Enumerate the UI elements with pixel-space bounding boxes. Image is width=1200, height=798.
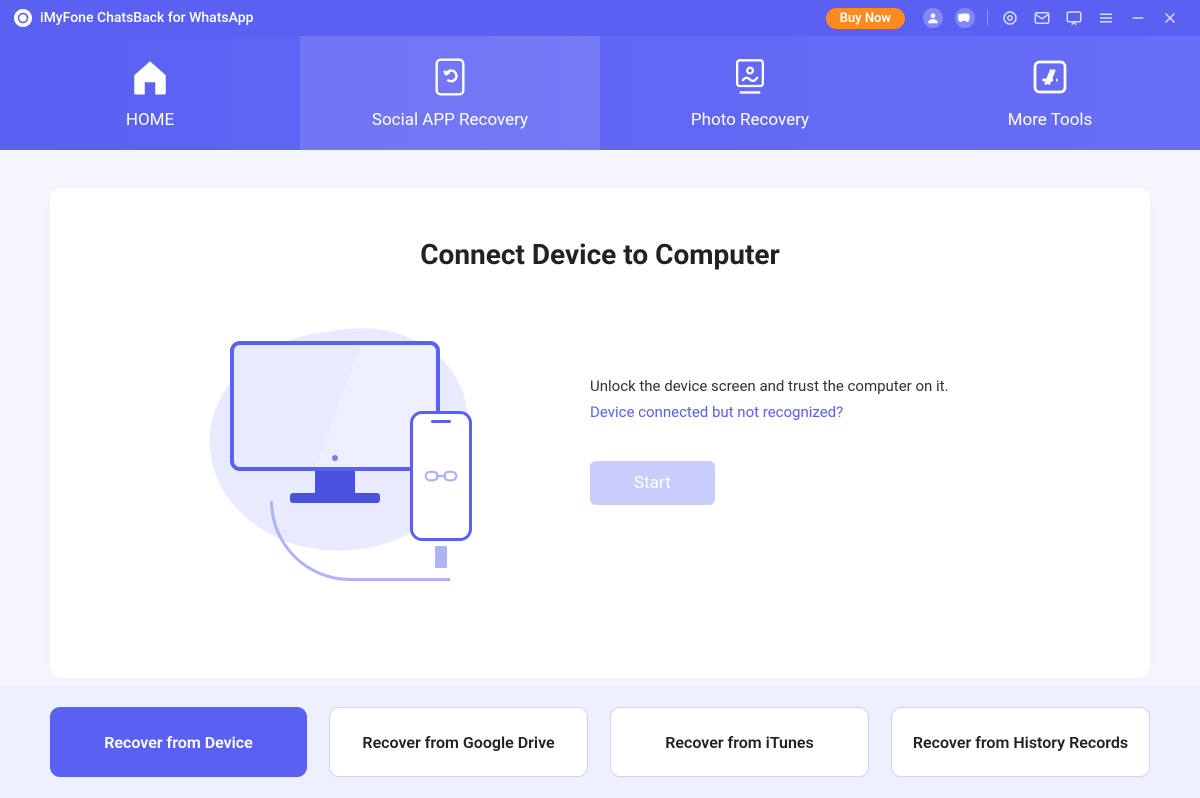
tab-social-app-recovery[interactable]: Social APP Recovery [300,36,600,150]
feedback-icon[interactable] [1064,8,1084,28]
titlebar: iMyFone ChatsBack for WhatsApp Buy Now [0,0,1200,36]
home-icon [129,56,171,98]
option-recover-from-device[interactable]: Recover from Device [50,707,307,777]
option-recover-from-itunes[interactable]: Recover from iTunes [610,707,869,777]
start-button[interactable]: Start [590,461,715,505]
instruction-text: Unlock the device screen and trust the c… [590,377,990,395]
discord-icon[interactable] [955,8,975,28]
buy-now-button[interactable]: Buy Now [826,8,905,29]
mail-icon[interactable] [1032,8,1052,28]
connect-card: Connect Device to Computer Unlock the de… [50,188,1150,678]
tab-home[interactable]: HOME [0,36,300,150]
option-recover-from-google-drive[interactable]: Recover from Google Drive [329,707,588,777]
app-title: iMyFone ChatsBack for WhatsApp [40,10,254,26]
tab-photo-recovery[interactable]: Photo Recovery [600,36,900,150]
connect-illustration [210,301,520,581]
menu-icon[interactable] [1096,8,1116,28]
not-recognized-link[interactable]: Device connected but not recognized? [590,403,990,421]
refresh-icon [434,56,466,98]
close-icon[interactable] [1160,8,1180,28]
target-icon[interactable] [1000,8,1020,28]
page-heading: Connect Device to Computer [110,238,1090,271]
app-logo-icon [14,9,32,27]
tab-label: Social APP Recovery [372,110,528,130]
tab-more-tools[interactable]: More Tools [900,36,1200,150]
appstore-icon [1032,56,1068,98]
content-area: Connect Device to Computer Unlock the de… [0,150,1200,678]
photo-icon [732,56,768,98]
main-nav: HOME Social APP Recovery Photo Recovery … [0,36,1200,150]
recovery-options: Recover from Device Recover from Google … [0,686,1200,798]
minimize-icon[interactable] [1128,8,1148,28]
option-recover-from-history-records[interactable]: Recover from History Records [891,707,1150,777]
tab-label: Photo Recovery [691,110,809,130]
instruction-column: Unlock the device screen and trust the c… [590,377,990,505]
tab-label: More Tools [1008,110,1093,130]
separator [987,10,988,26]
tab-label: HOME [126,110,174,130]
account-icon[interactable] [923,8,943,28]
